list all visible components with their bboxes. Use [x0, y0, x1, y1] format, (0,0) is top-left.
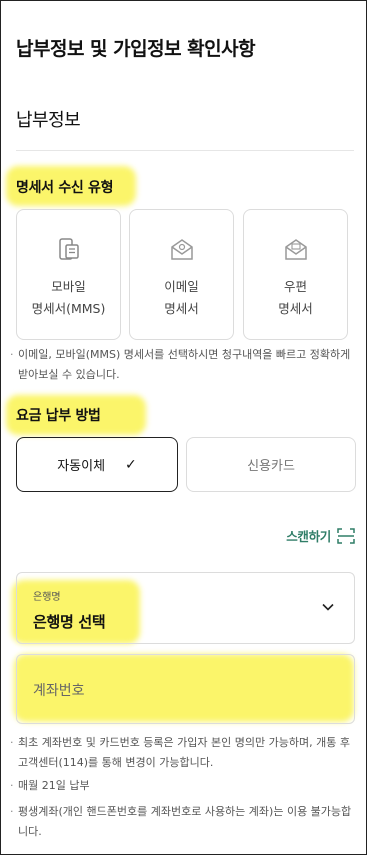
email-icon [170, 239, 193, 260]
card-line2: 명세서 [164, 301, 199, 316]
card-line1: 모바일 [51, 279, 86, 294]
scan-button[interactable]: 스캔하기 [286, 526, 355, 545]
notice-item: 매월 21일 납부 [10, 776, 357, 796]
scan-label: 스캔하기 [286, 529, 331, 544]
notice-item: 최초 계좌번호 및 카드번호 등록은 가입자 본인 명의만 가능하며, 개통 후… [10, 733, 357, 773]
chevron-down-icon [322, 603, 334, 611]
section-title: 납부정보 [16, 110, 81, 131]
statement-option-mobile[interactable]: 모바일 명세서(MMS) [16, 209, 121, 340]
bank-caption: 은행명 [33, 592, 61, 603]
mobile-doc-icon [58, 238, 79, 260]
bank-value: 은행명 선택 [33, 613, 106, 631]
credit-card-button[interactable]: 신용카드 [186, 437, 356, 492]
statement-note: 이메일, 모바일(MMS) 명세서를 선택하시면 청구내역을 빠르고 정확하게 … [10, 345, 357, 385]
statement-type-label: 명세서 수신 유형 [16, 180, 114, 196]
card-line1: 우편 [283, 279, 307, 294]
divider [16, 150, 354, 151]
card-line2: 명세서 [278, 301, 313, 316]
account-number-field[interactable]: 계좌번호 [16, 654, 355, 724]
card-line2: 명세서(MMS) [31, 301, 106, 316]
notice-item: 평생계좌(개인 핸드폰번호를 계좌번호로 사용하는 계좌)는 이용 불가능합니다… [10, 802, 357, 842]
payment-method-label: 요금 납부 방법 [16, 408, 101, 424]
account-placeholder: 계좌번호 [33, 683, 85, 699]
card-line1: 이메일 [164, 279, 199, 294]
auto-transfer-button[interactable]: 자동이체 ✓ [16, 437, 178, 492]
scan-icon [337, 527, 355, 544]
statement-option-postal[interactable]: 우편 명세서 [243, 209, 348, 340]
mail-envelope-icon [284, 239, 307, 260]
auto-transfer-label: 자동이체 [57, 459, 106, 474]
credit-card-label: 신용카드 [247, 459, 295, 474]
statement-option-email[interactable]: 이메일 명세서 [129, 209, 234, 340]
bank-select[interactable]: 은행명 은행명 선택 [16, 572, 355, 644]
page-title: 납부정보 및 가입정보 확인사항 [16, 38, 256, 60]
check-icon: ✓ [125, 456, 137, 473]
